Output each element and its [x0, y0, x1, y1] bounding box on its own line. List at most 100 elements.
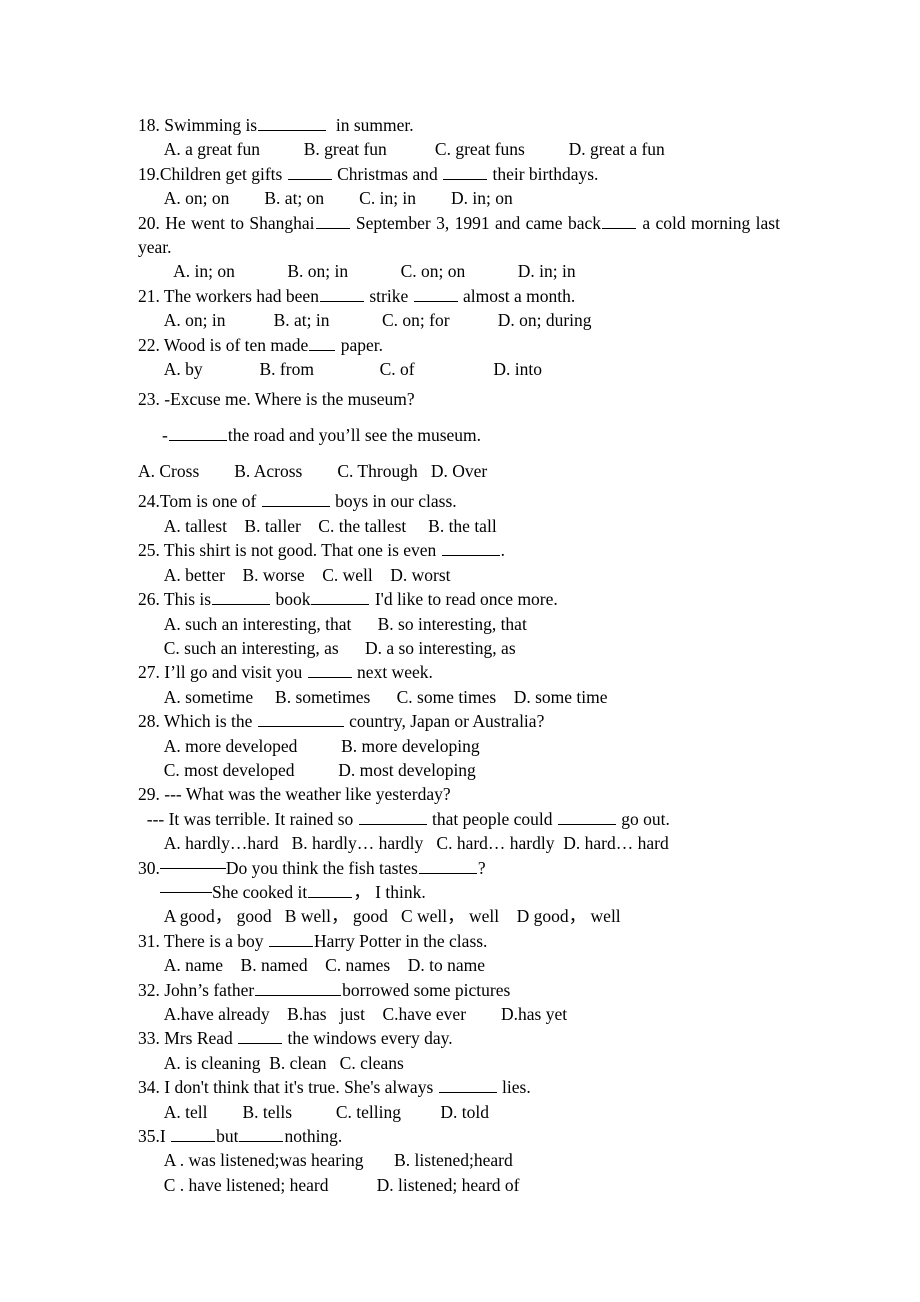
answer-blank [307, 661, 352, 679]
question-31-options: A. name B. named C. names D. to name [155, 955, 486, 976]
question-24-stem-part-b: boys in our class. [330, 491, 457, 512]
question-30-stem-part-c: ? [477, 857, 486, 878]
question-29-reply-part-a: --- It was terrible. It rained so [138, 808, 358, 829]
question-23-reply: - the road and you’ll see the museum. [138, 417, 780, 453]
question-28-stem-part-a: 28. Which is the [138, 711, 257, 732]
question-33-stem-part-a: 33. Mrs Read [138, 1028, 238, 1049]
question-26-options-row-2: C. such an interesting, as D. a so inter… [155, 637, 516, 658]
question-25-stem-part-a: 25. This shirt is not good. That one is … [138, 540, 441, 561]
question-26: 26. This is book I'd like to read once m… [138, 587, 780, 660]
question-21-stem: 21. The workers had been strike almost a… [138, 284, 780, 308]
question-32-stem-part-a: 32. John’s father [138, 979, 255, 1000]
question-33: 33. Mrs Read the windows every day. A. i… [138, 1026, 780, 1075]
question-21-stem-part-b: strike [364, 285, 413, 306]
question-24: 24.Tom is one of boys in our class. A. t… [138, 489, 780, 538]
question-29: 29. --- What was the weather like yester… [138, 782, 780, 855]
answer-blank [239, 1124, 284, 1143]
question-31-stem-part-a: 31. There is a boy [138, 930, 268, 951]
answer-blank [358, 807, 427, 825]
question-23-options: A. Cross B. Across C. Through D. Over [138, 461, 488, 482]
question-26-stem: 26. This is book I'd like to read once m… [138, 587, 780, 611]
question-18-stem-part-b: in summer. [327, 115, 414, 135]
question-29-reply-part-b: that people could [427, 808, 557, 829]
answer-blank [441, 539, 500, 557]
question-22-stem: 22. Wood is of ten made paper. [138, 333, 780, 357]
question-21-stem-part-a: 21. The workers had been [138, 285, 319, 306]
question-22-stem-part-a: 22. Wood is of ten made [138, 334, 309, 355]
question-34-stem-part-a: 34. I don't think that it's true. She's … [138, 1077, 438, 1098]
question-31: 31. There is a boy Harry Potter in the c… [138, 929, 780, 978]
question-24-stem: 24.Tom is one of boys in our class. [138, 489, 780, 513]
question-22-options: A. by B. from C. of D. into [155, 359, 542, 380]
question-29-reply-part-c: go out. [616, 808, 670, 829]
question-29-options: A. hardly…hard B. hardly… hardly C. hard… [155, 833, 669, 854]
question-19-stem: 19.Children get gifts Christmas and thei… [138, 162, 780, 186]
question-20-stem-part-a: 20. He went to Shanghai [138, 212, 315, 233]
question-18-options: A. a great fun B. great fun C. great fun… [155, 139, 665, 160]
question-30-reply-part-b: ， I think. [353, 881, 426, 902]
answer-blank [315, 211, 350, 229]
answer-blank [168, 424, 227, 442]
answer-blank [418, 856, 477, 874]
answer-blank [258, 113, 327, 131]
answer-blank [443, 162, 488, 180]
question-35-options-row-2: C . have listened; heard D. listened; he… [155, 1174, 520, 1195]
worksheet-page: 18. Swimming is in summer. A. a great fu… [0, 0, 920, 1302]
question-21-options: A. on; in B. at; in C. on; for D. on; du… [155, 310, 592, 331]
question-32-stem: 32. John’s father borrowed some pictures [138, 978, 780, 1002]
answer-blank [261, 490, 330, 508]
answer-blank [557, 807, 616, 825]
answer-blank [268, 929, 313, 947]
question-28-stem-part-b: country, Japan or Australia? [344, 711, 545, 732]
question-27: 27. I’ll go and visit you next week. A. … [138, 660, 780, 709]
question-35: 35.I but nothing. A . was listened;was he… [138, 1124, 780, 1197]
question-23-reply-part-b: the road and you’ll see the museum. [227, 425, 482, 446]
question-19-stem-part-b: Christmas and [332, 163, 443, 184]
question-30-stem-part-a: 30. [138, 857, 160, 878]
question-32-options: A.have already B.has just C.have ever D.… [155, 1004, 568, 1024]
question-32-stem-part-b: borrowed some pictures [342, 979, 511, 1000]
question-20-stem: 20. He went to Shanghai September 3, 199… [138, 211, 780, 260]
question-29-reply: --- It was terrible. It rained so that p… [138, 807, 780, 831]
question-19-stem-part-c: their birthdays. [488, 163, 599, 184]
question-22-stem-part-b: paper. [336, 334, 383, 355]
question-25-stem: 25. This shirt is not good. That one is … [138, 538, 780, 562]
question-27-stem-part-b: next week. [352, 662, 433, 683]
dialogue-dash [160, 892, 212, 894]
answer-blank [257, 710, 344, 728]
question-32: 32. John’s father borrowed some pictures … [138, 978, 780, 1027]
dialogue-dash [159, 867, 226, 869]
question-31-stem: 31. There is a boy Harry Potter in the c… [138, 929, 780, 953]
question-25-stem-part-b: . [500, 540, 506, 561]
answer-blank [255, 978, 342, 996]
question-23: 23. -Excuse me. Where is the museum? - th… [138, 381, 780, 489]
answer-blank [601, 211, 636, 229]
question-21: 21. The workers had been strike almost a… [138, 284, 780, 333]
answer-blank [319, 284, 364, 302]
answer-blank [438, 1076, 497, 1094]
question-26-stem-part-a: 26. This is [138, 589, 212, 610]
question-34: 34. I don't think that it's true. She's … [138, 1075, 780, 1124]
answer-blank [212, 587, 271, 606]
question-20: 20. He went to Shanghai September 3, 199… [138, 211, 780, 284]
question-28: 28. Which is the country, Japan or Austr… [138, 709, 780, 782]
answer-blank [413, 284, 458, 302]
question-27-stem-part-a: 27. I’ll go and visit you [138, 662, 307, 683]
question-30-options: A good， good B well， good C well， well D… [155, 906, 621, 927]
question-23-reply-part-a: - [162, 425, 168, 446]
question-35-stem-part-c: nothing. [284, 1126, 343, 1147]
question-28-stem: 28. Which is the country, Japan or Austr… [138, 709, 780, 733]
question-34-stem-part-b: lies. [497, 1077, 531, 1098]
question-18-stem-part-a: 18. Swimming is [138, 115, 258, 135]
question-26-stem-part-b: book [271, 589, 311, 610]
question-23-stem: 23. -Excuse me. Where is the museum? [138, 389, 415, 410]
question-35-options-row-1: A . was listened;was hearing B. listened… [155, 1150, 513, 1171]
question-34-options: A. tell B. tells C. telling D. told [155, 1101, 489, 1122]
question-30-stem-part-b: Do you think the fish tastes [225, 857, 418, 878]
question-28-options-row-1: A. more developed B. more developing [155, 735, 480, 756]
question-26-options-row-1: A. such an interesting, that B. so inter… [155, 613, 527, 634]
question-27-options: A. sometime B. sometimes C. some times D… [155, 686, 608, 707]
question-19-options: A. on; on B. at; on C. in; in D. in; on [155, 188, 513, 209]
question-34-stem: 34. I don't think that it's true. She's … [138, 1075, 780, 1099]
question-27-stem: 27. I’ll go and visit you next week. [138, 660, 780, 684]
